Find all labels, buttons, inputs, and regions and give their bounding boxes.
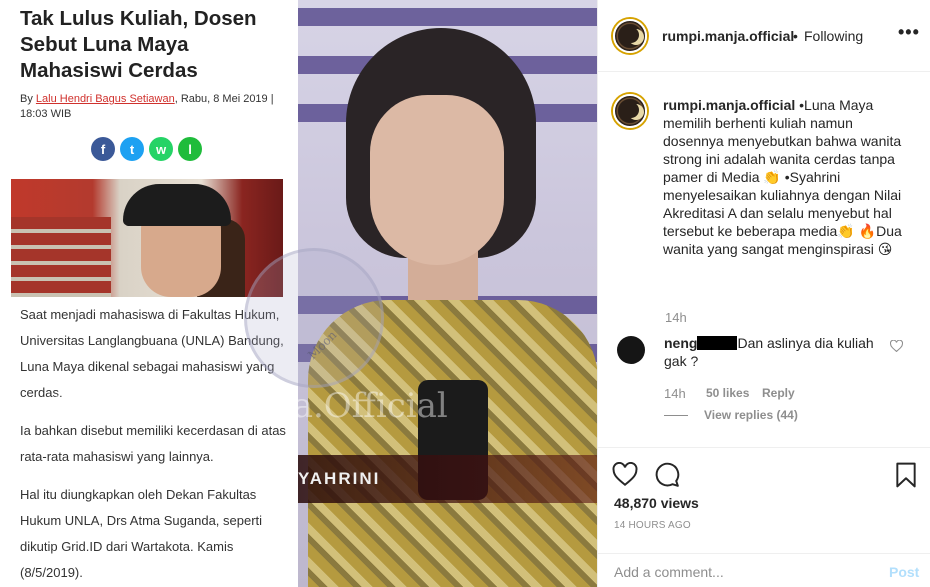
comment-like-icon[interactable] bbox=[889, 339, 904, 355]
post-sidebar: rumpi.manja.official • Following ••• rum… bbox=[597, 0, 930, 587]
comment-timestamp[interactable]: 14h bbox=[664, 386, 706, 401]
comment: neng Dan aslinya dia kuliah gak ? bbox=[664, 334, 894, 370]
article-title: Tak Lulus Kuliah, Dosen Sebut Luna Maya … bbox=[20, 7, 257, 82]
article-byline: By Lalu Hendri Bagus Setiawan, Rabu, 8 M… bbox=[20, 92, 280, 122]
post-button[interactable]: Post bbox=[889, 564, 919, 580]
heart-icon[interactable] bbox=[612, 461, 638, 488]
following-button[interactable]: Following bbox=[804, 28, 863, 44]
post-header: rumpi.manja.official • Following ••• bbox=[598, 0, 930, 72]
article-paragraph: Hal itu diungkapkan oleh Dekan Fakultas … bbox=[20, 487, 263, 580]
redacted-name bbox=[697, 336, 738, 350]
more-icon[interactable]: ••• bbox=[898, 22, 920, 43]
avatar[interactable] bbox=[613, 19, 647, 53]
post-media[interactable]: Tak Lulus Kuliah, Dosen Sebut Luna Maya … bbox=[0, 0, 597, 587]
reply-button[interactable]: Reply bbox=[762, 386, 795, 401]
commenter-avatar[interactable] bbox=[617, 336, 645, 364]
name-tag: YAHRINI bbox=[298, 469, 381, 488]
caption-timestamp[interactable]: 14h bbox=[665, 310, 687, 325]
comment-input[interactable] bbox=[614, 562, 864, 582]
watermark-logo bbox=[244, 248, 384, 388]
view-replies-button[interactable]: View replies (44) bbox=[704, 408, 798, 422]
post-timestamp[interactable]: 14 HOURS AGO bbox=[614, 520, 691, 531]
caption-username[interactable]: rumpi.manja.official bbox=[663, 97, 795, 113]
facebook-icon: f bbox=[91, 137, 115, 161]
comment-icon[interactable] bbox=[654, 462, 680, 488]
caption-text: •Luna Maya memilih berhenti kuliah namun… bbox=[663, 97, 902, 257]
comment-meta: 14h 50 likes Reply bbox=[664, 386, 795, 401]
line-icon: l bbox=[178, 137, 202, 161]
add-comment-row: Post bbox=[598, 553, 930, 587]
caption-avatar[interactable] bbox=[613, 94, 647, 128]
comment-username[interactable]: neng bbox=[664, 335, 697, 351]
post-caption: rumpi.manja.official •Luna Maya memilih … bbox=[663, 96, 903, 258]
separator-dot: • bbox=[793, 28, 798, 44]
view-count[interactable]: 48,870 views bbox=[614, 495, 699, 511]
article-author: Lalu Hendri Bagus Setiawan bbox=[35, 93, 175, 105]
header-username[interactable]: rumpi.manja.official bbox=[662, 28, 794, 44]
twitter-icon: t bbox=[120, 137, 144, 161]
comment-likes[interactable]: 50 likes bbox=[706, 386, 762, 401]
share-buttons: f t w l bbox=[91, 137, 202, 161]
view-replies-line bbox=[664, 415, 688, 416]
article-photo bbox=[11, 179, 283, 297]
bookmark-icon[interactable] bbox=[894, 462, 920, 488]
watermark-text: @Rumpi.Manja.Official bbox=[48, 386, 448, 426]
whatsapp-icon: w bbox=[149, 137, 173, 161]
byline-prefix: By bbox=[20, 93, 36, 105]
post-actions: 48,870 views 14 HOURS AGO Post bbox=[598, 447, 930, 587]
